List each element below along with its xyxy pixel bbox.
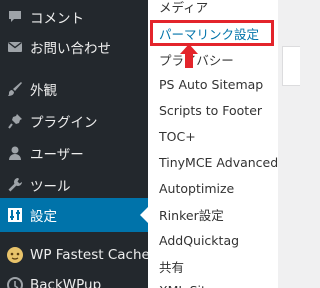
submenu-item-xml-sitemap[interactable]: XML-Sitemap — [148, 278, 278, 288]
mail-icon — [0, 40, 30, 54]
submenu-item-scripts-to-footer[interactable]: Scripts to Footer — [148, 98, 278, 122]
sidebar-item-comments[interactable]: コメント — [0, 0, 148, 34]
sidebar-item-users[interactable]: ユーザー — [0, 136, 148, 170]
sidebar-item-wp-fastest-cache[interactable]: WP Fastest Cache — [0, 238, 150, 272]
submenu-item-autoptimize[interactable]: Autoptimize — [148, 176, 278, 200]
sidebar-item-label: WP Fastest Cache — [30, 247, 150, 263]
brush-icon — [0, 81, 30, 97]
content-panel-edge — [282, 46, 300, 86]
sidebar-item-label: プラグイン — [30, 115, 98, 131]
submenu-item-ps-auto-sitemap[interactable]: PS Auto Sitemap — [148, 72, 278, 96]
submenu-item-share[interactable]: 共有 — [148, 254, 278, 278]
sidebar-item-label: コメント — [30, 11, 84, 27]
submenu-item-rinker[interactable]: Rinker設定 — [148, 202, 278, 226]
sidebar-item-label: BackWPup — [30, 277, 102, 288]
submenu-item-addquicktag[interactable]: AddQuicktag — [148, 228, 278, 252]
settings-submenu: メディア パーマリンク設定 プライバシー PS Auto Sitemap Scr… — [148, 0, 278, 288]
submenu-item-privacy[interactable]: プライバシー — [148, 47, 278, 71]
plugin-icon — [0, 113, 30, 129]
comment-icon — [0, 9, 30, 25]
sidebar-item-plugins[interactable]: プラグイン — [0, 104, 148, 138]
submenu-item-toc-plus[interactable]: TOC+ — [148, 124, 278, 148]
sidebar-item-label: ツール — [30, 179, 71, 195]
settings-icon — [0, 207, 30, 223]
sidebar-item-label: 設定 — [30, 209, 57, 225]
content-area-edge — [278, 0, 300, 288]
sidebar-item-settings[interactable]: 設定 — [0, 198, 148, 232]
cheetah-icon — [0, 246, 30, 264]
sidebar-item-label: ユーザー — [30, 147, 84, 163]
submenu-item-permalink[interactable]: パーマリンク設定 — [148, 21, 278, 45]
sidebar-item-label: 外観 — [30, 83, 57, 99]
submenu-item-media[interactable]: メディア — [148, 0, 278, 18]
backwpup-icon — [0, 277, 30, 288]
sidebar-item-label: お問い合わせ — [30, 41, 111, 57]
sidebar-item-tools[interactable]: ツール — [0, 168, 148, 202]
sidebar-item-contact[interactable]: お問い合わせ — [0, 30, 148, 64]
submenu-item-tinymce-advanced[interactable]: TinyMCE Advanced — [148, 150, 278, 174]
sidebar-item-backwpup[interactable]: BackWPup — [0, 268, 148, 288]
wrench-icon — [0, 177, 30, 193]
sidebar-item-appearance[interactable]: 外観 — [0, 72, 148, 106]
user-icon — [0, 145, 30, 161]
admin-sidebar: コメント お問い合わせ 外観 プラグイン ユーザー ツール 設定 WP Fast… — [0, 0, 150, 288]
